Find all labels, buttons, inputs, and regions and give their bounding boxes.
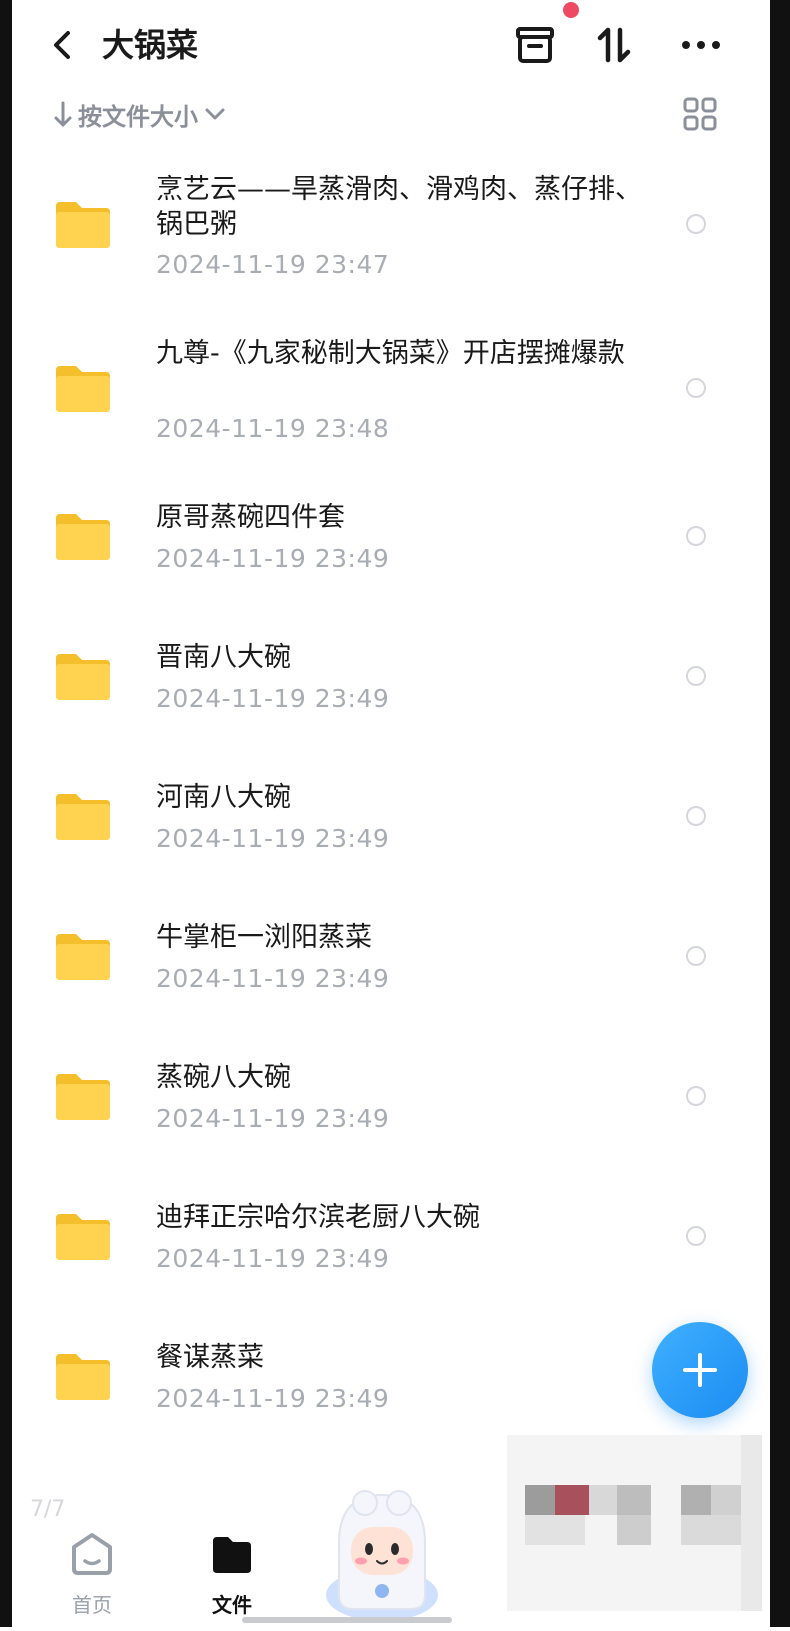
home-icon bbox=[72, 1533, 112, 1575]
file-name: 晋南八大碗 bbox=[156, 642, 291, 673]
list-item[interactable]: 迪拜正宗哈尔滨老厨八大碗 2024-11-19 23:49 bbox=[12, 1190, 770, 1290]
list-item[interactable]: 九尊-《九家秘制大锅菜》开店摆摊爆款 2024-11-19 23:48 bbox=[12, 326, 770, 462]
list-item[interactable]: 烹艺云——旱蒸滑肉、滑鸡肉、蒸仔排、锅巴粥 2024-11-19 23:47 bbox=[12, 162, 770, 298]
select-radio[interactable] bbox=[686, 378, 706, 398]
file-name: 餐谋蒸菜 bbox=[156, 1342, 264, 1373]
nav-files-label: 文件 bbox=[212, 1593, 252, 1617]
list-item[interactable]: 蒸碗八大碗 2024-11-19 23:49 bbox=[12, 1050, 770, 1150]
file-name: 牛掌柜一浏阳蒸菜 bbox=[156, 922, 372, 953]
transfer-button[interactable] bbox=[590, 20, 640, 70]
mascot-icon bbox=[326, 1490, 438, 1621]
chevron-down-icon bbox=[205, 108, 225, 120]
file-name: 迪拜正宗哈尔滨老厨八大碗 bbox=[156, 1202, 480, 1233]
assistant-mascot[interactable] bbox=[317, 1477, 447, 1627]
chevron-left-icon bbox=[54, 31, 70, 59]
more-button[interactable] bbox=[676, 20, 726, 70]
add-button[interactable] bbox=[652, 1322, 748, 1418]
notification-dot bbox=[563, 2, 579, 18]
grid-icon bbox=[683, 97, 717, 131]
archive-box-icon bbox=[516, 27, 554, 63]
file-name: 烹艺云——旱蒸滑肉、滑鸡肉、蒸仔排、锅巴粥 bbox=[156, 174, 642, 240]
select-radio[interactable] bbox=[686, 666, 706, 686]
file-name: 原哥蒸碗四件套 bbox=[156, 502, 345, 533]
page-title: 大锅菜 bbox=[102, 26, 199, 64]
folder-icon bbox=[56, 366, 110, 412]
file-date: 2024-11-19 23:49 bbox=[156, 544, 390, 573]
file-date: 2024-11-19 23:49 bbox=[156, 964, 390, 993]
archive-button[interactable] bbox=[510, 20, 560, 70]
arrow-down-icon bbox=[54, 101, 72, 127]
file-date: 2024-11-19 23:49 bbox=[156, 824, 390, 853]
file-date: 2024-11-19 23:49 bbox=[156, 1244, 390, 1273]
folder-icon bbox=[56, 794, 110, 840]
folder-icon bbox=[56, 1074, 110, 1120]
select-radio[interactable] bbox=[686, 214, 706, 234]
file-date: 2024-11-19 23:47 bbox=[156, 250, 390, 279]
file-name: 蒸碗八大碗 bbox=[156, 1062, 291, 1093]
file-name: 河南八大碗 bbox=[156, 782, 291, 813]
folder-icon bbox=[56, 654, 110, 700]
folder-tab-icon bbox=[213, 1537, 251, 1573]
bottom-nav: 7/7 首页 文件 bbox=[12, 1435, 770, 1627]
file-date: 2024-11-19 23:49 bbox=[156, 684, 390, 713]
select-radio[interactable] bbox=[686, 806, 706, 826]
list-item[interactable]: 晋南八大碗 2024-11-19 23:49 bbox=[12, 630, 770, 730]
file-date: 2024-11-19 23:49 bbox=[156, 1384, 390, 1413]
right-edge bbox=[770, 0, 790, 1627]
list-item[interactable]: 河南八大碗 2024-11-19 23:49 bbox=[12, 770, 770, 870]
list-item[interactable]: 牛掌柜一浏阳蒸菜 2024-11-19 23:49 bbox=[12, 910, 770, 1010]
back-button[interactable] bbox=[46, 22, 86, 68]
folder-icon bbox=[56, 202, 110, 248]
folder-icon bbox=[56, 1214, 110, 1260]
list-item[interactable]: 原哥蒸碗四件套 2024-11-19 23:49 bbox=[12, 490, 770, 590]
folder-icon bbox=[56, 514, 110, 560]
select-radio[interactable] bbox=[686, 946, 706, 966]
nav-home-label: 首页 bbox=[72, 1593, 112, 1617]
grid-view-button[interactable] bbox=[682, 96, 718, 132]
select-radio[interactable] bbox=[686, 1226, 706, 1246]
folder-icon bbox=[56, 934, 110, 980]
nav-home[interactable]: 首页 bbox=[42, 1525, 142, 1621]
more-dots-icon bbox=[682, 41, 720, 49]
file-date: 2024-11-19 23:48 bbox=[156, 414, 390, 443]
folder-icon bbox=[56, 1354, 110, 1400]
sort-label: 按文件大小 bbox=[78, 102, 198, 131]
home-indicator bbox=[242, 1617, 452, 1623]
sort-selector[interactable]: 按文件大小 bbox=[52, 94, 228, 134]
file-name: 九尊-《九家秘制大锅菜》开店摆摊爆款 bbox=[156, 338, 625, 369]
nav-files[interactable]: 文件 bbox=[182, 1525, 282, 1621]
sort-bar: 按文件大小 bbox=[12, 92, 770, 138]
file-date: 2024-11-19 23:49 bbox=[156, 1104, 390, 1133]
select-radio[interactable] bbox=[686, 1086, 706, 1106]
left-edge bbox=[0, 0, 12, 1627]
select-radio[interactable] bbox=[686, 526, 706, 546]
page-indicator: 7/7 bbox=[30, 1497, 66, 1522]
pixelated-overlay bbox=[507, 1435, 762, 1611]
up-down-arrows-icon bbox=[597, 27, 631, 63]
header: 大锅菜 bbox=[12, 0, 770, 92]
